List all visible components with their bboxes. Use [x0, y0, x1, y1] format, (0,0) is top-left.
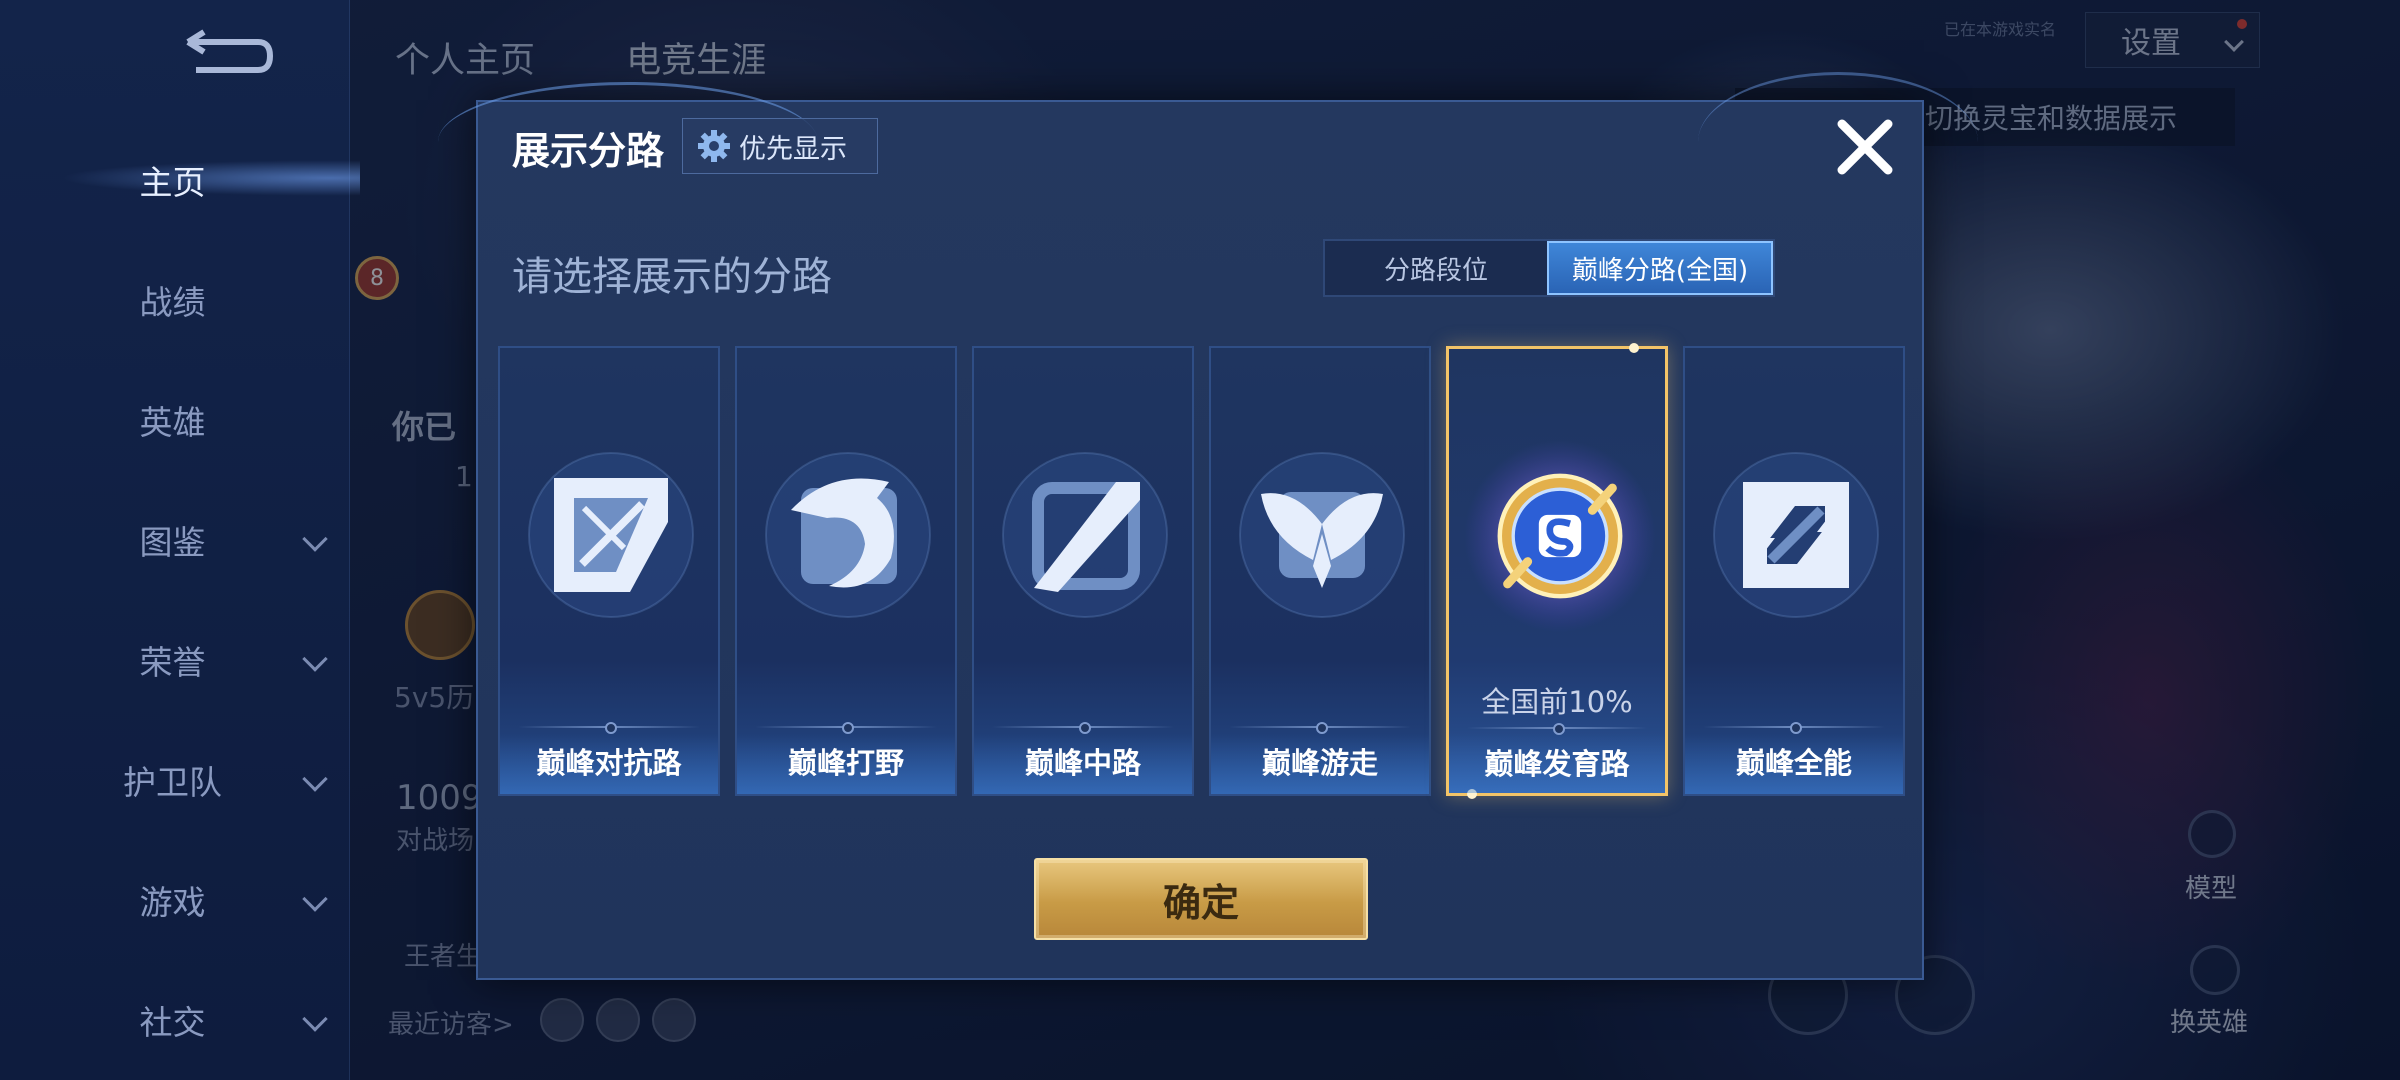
lane-card-roam[interactable]: 巅峰游走 — [1209, 346, 1431, 796]
card-divider — [518, 722, 700, 734]
lane-card-name: 巅峰游走 — [1261, 746, 1378, 780]
close-icon[interactable] — [1834, 116, 1896, 178]
gear-icon — [698, 130, 730, 162]
sidebar-item-honor[interactable]: 荣誉 — [0, 620, 350, 700]
back-arrow-icon[interactable] — [176, 28, 276, 84]
all-round-icon — [1713, 452, 1879, 618]
lane-rank-value: 全国前10% — [1481, 685, 1633, 719]
card-divider — [1703, 722, 1885, 734]
sword-slash-icon — [528, 452, 694, 618]
lane-card-jungle[interactable]: 巅峰打野 — [735, 346, 957, 796]
sidebar-item-label: 荣誉 — [139, 643, 206, 682]
priority-display-label: 优先显示 — [739, 133, 847, 165]
priority-display-button[interactable]: 优先显示 — [682, 118, 878, 174]
lane-card-name: 巅峰发育路 — [1484, 747, 1630, 781]
sidebar-nav: 主页 战绩 英雄 图鉴 荣誉 护卫队 游戏 社交 — [0, 0, 360, 1080]
sidebar-item-label: 图鉴 — [139, 523, 206, 562]
lane-card-name: 巅峰对抗路 — [536, 746, 682, 780]
sidebar-item-social[interactable]: 社交 — [0, 980, 350, 1060]
dialog-subtitle: 请选择展示的分路 — [512, 254, 832, 300]
sidebar-item-heroes[interactable]: 英雄 — [0, 380, 350, 460]
lane-mode-toggle[interactable]: 分路段位 巅峰分路(全国) — [1323, 239, 1775, 297]
wings-icon — [1239, 452, 1405, 618]
lane-card-name: 巅峰中路 — [1024, 746, 1141, 780]
toggle-lane-rank[interactable]: 分路段位 — [1325, 241, 1547, 295]
lane-card-clash[interactable]: 巅峰对抗路 — [498, 346, 720, 796]
card-divider — [755, 722, 937, 734]
card-divider — [1467, 723, 1647, 735]
sidebar-item-collection[interactable]: 图鉴 — [0, 500, 350, 580]
chevron-down-icon — [302, 886, 328, 912]
sidebar-item-record[interactable]: 战绩 — [0, 260, 350, 340]
card-divider — [992, 722, 1174, 734]
sidebar-item-games[interactable]: 游戏 — [0, 860, 350, 940]
card-divider — [1229, 722, 1411, 734]
corner-ornament — [1629, 343, 1639, 353]
sidebar-item-label: 战绩 — [139, 283, 206, 322]
chevron-down-icon — [302, 526, 328, 552]
toggle-peak-lane-national[interactable]: 巅峰分路(全国) — [1547, 241, 1773, 295]
chevron-down-icon — [302, 766, 328, 792]
marksman-emblem-icon — [1464, 440, 1656, 632]
lane-card-mid[interactable]: 巅峰中路 — [972, 346, 1194, 796]
sidebar-item-home[interactable]: 主页 — [0, 140, 350, 220]
lane-card-name: 巅峰全能 — [1735, 746, 1852, 780]
sidebar-item-label: 游戏 — [139, 883, 206, 922]
lane-card-farm-selected[interactable]: 全国前10% 巅峰发育路 — [1446, 343, 1668, 799]
sidebar-item-label: 护卫队 — [123, 763, 222, 802]
staff-icon — [1002, 452, 1168, 618]
dragon-icon — [765, 452, 931, 618]
confirm-button[interactable]: 确定 — [1034, 858, 1368, 940]
dialog-title: 展示分路 — [512, 129, 665, 173]
sidebar-item-label: 主页 — [139, 163, 206, 202]
sidebar-item-label: 英雄 — [139, 403, 206, 442]
chevron-down-icon — [302, 1006, 328, 1032]
sidebar-item-guard[interactable]: 护卫队 — [0, 740, 350, 820]
sidebar-item-label: 社交 — [139, 1003, 206, 1042]
lane-display-dialog: 展示分路 优先显示 请选择展示的分路 分路段位 巅峰分路(全国) 巅峰对抗路 巅… — [438, 72, 1978, 980]
lane-card-all-round[interactable]: 巅峰全能 — [1683, 346, 1905, 796]
chevron-down-icon — [302, 646, 328, 672]
lane-card-name: 巅峰打野 — [787, 746, 904, 780]
